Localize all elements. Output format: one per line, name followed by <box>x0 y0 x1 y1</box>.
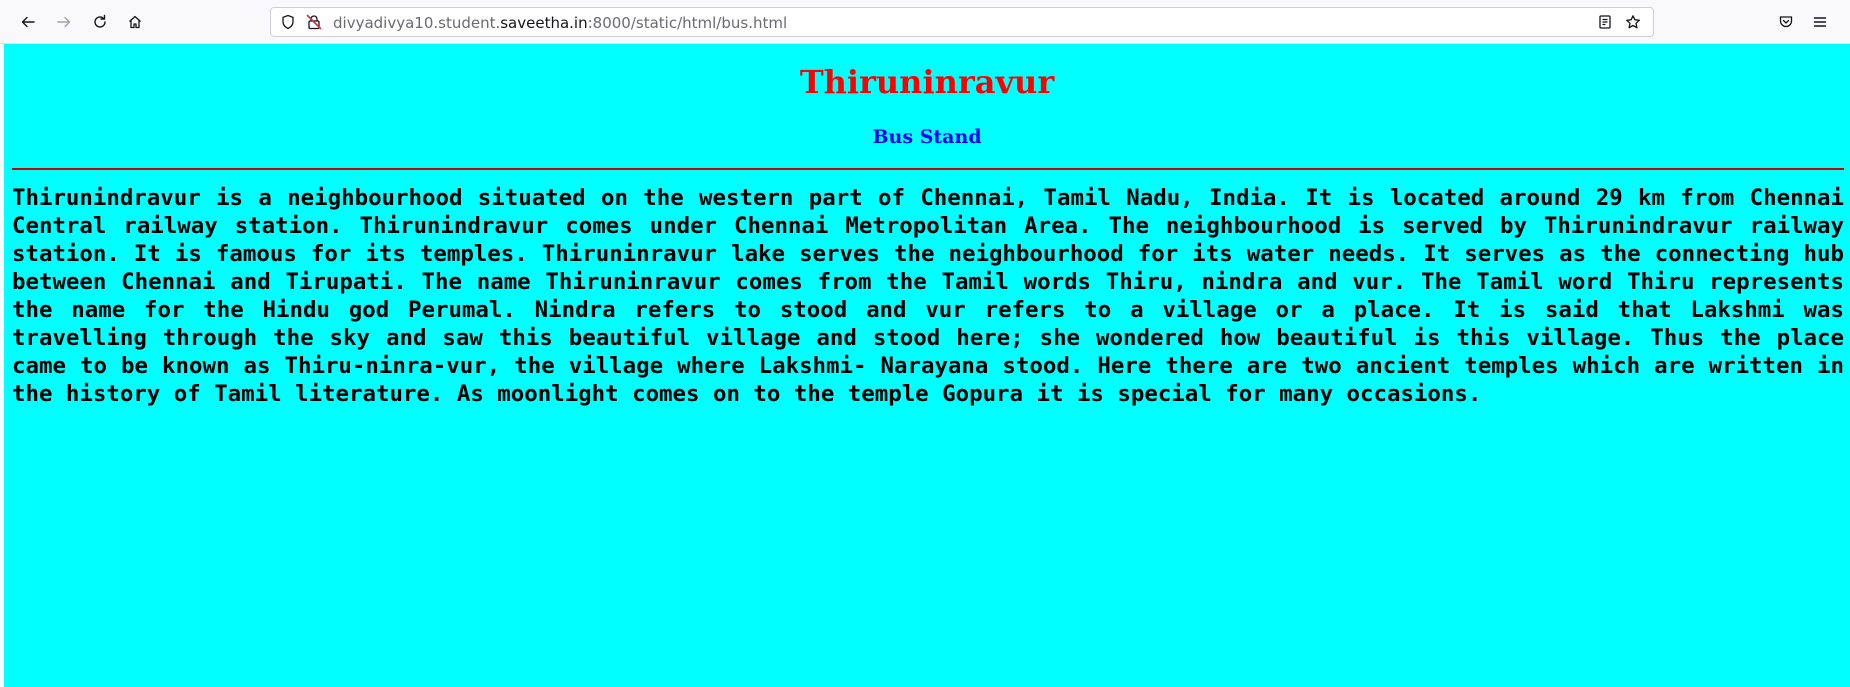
insecure-lock-icon[interactable] <box>306 14 322 30</box>
page-subtitle: Bus Stand <box>872 126 982 148</box>
pocket-button[interactable] <box>1772 8 1800 36</box>
home-button[interactable] <box>121 8 149 36</box>
hamburger-menu-icon <box>1813 17 1827 27</box>
url-prefix: divyadivya10.student. <box>333 14 501 32</box>
url-domain: saveetha.in <box>500 14 588 32</box>
description-paragraph: Thirunindravur is a neighbourhood situat… <box>12 185 1844 407</box>
back-button[interactable] <box>14 8 42 36</box>
shield-icon[interactable] <box>280 14 296 30</box>
home-icon <box>129 15 141 29</box>
browser-toolbar: divyadivya10.student.saveetha.in:8000/st… <box>0 0 1850 44</box>
url-suffix: :8000/static/html/bus.html <box>587 14 788 32</box>
forward-button[interactable] <box>50 8 78 36</box>
reload-icon <box>94 14 106 28</box>
menu-button[interactable] <box>1806 8 1834 36</box>
back-arrow-icon <box>21 16 35 28</box>
star-icon[interactable] <box>1625 14 1641 30</box>
page-title: Thiruninravur <box>799 63 1055 101</box>
url-text[interactable]: divyadivya10.student.saveetha.in:8000/st… <box>333 14 787 32</box>
reader-view-icon[interactable] <box>1597 14 1613 30</box>
url-bar[interactable]: divyadivya10.student.saveetha.in:8000/st… <box>270 7 1654 37</box>
page-content: Thiruninravur Bus Stand Thirunindravur i… <box>4 44 1850 687</box>
reload-button[interactable] <box>86 8 114 36</box>
pocket-icon <box>1779 16 1793 28</box>
horizontal-rule <box>12 168 1844 170</box>
forward-arrow-icon <box>57 16 71 28</box>
